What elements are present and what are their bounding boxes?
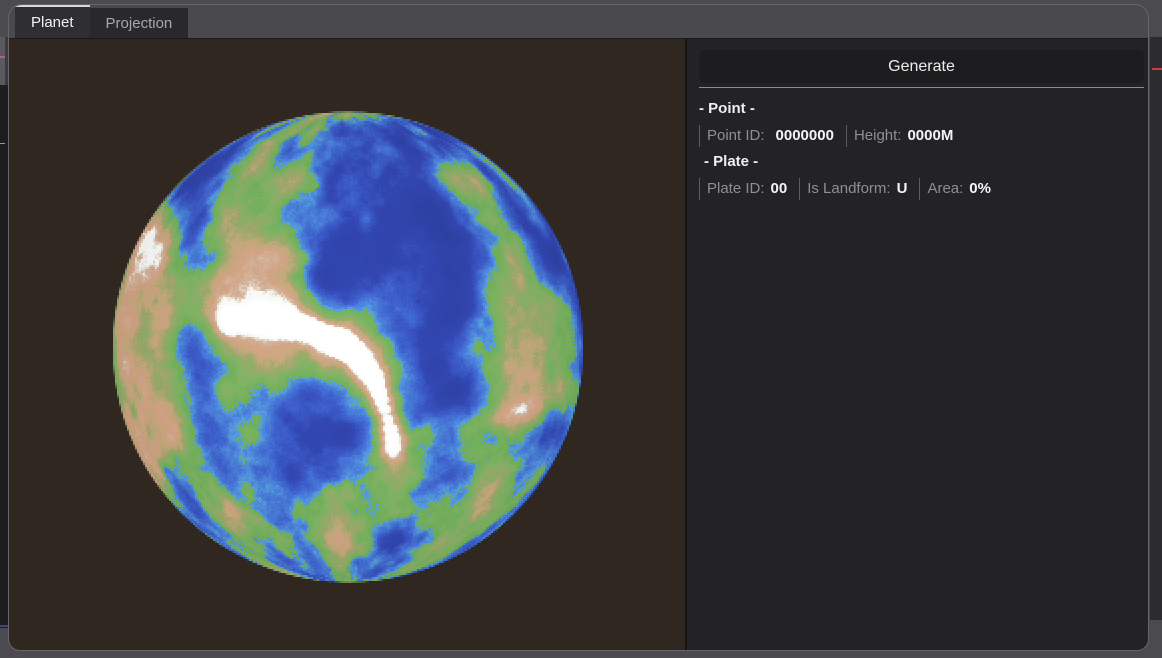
point-info-row: Point ID: 0000000 Height: 0000M (699, 122, 1144, 149)
left-sliver-dark (0, 85, 8, 628)
planet-viewport[interactable] (9, 39, 685, 651)
height-field: Height: 0000M (846, 125, 965, 147)
app-window: Planet Projection Generate - Point - Poi… (8, 4, 1149, 651)
left-gray-tick (0, 143, 5, 144)
is-landform-field: Is Landform: U (799, 178, 919, 200)
area-label: Area: (927, 180, 963, 197)
is-landform-value: U (897, 180, 908, 197)
point-id-field: Point ID: 0000000 (699, 125, 846, 147)
area-value: 0% (969, 180, 991, 197)
tab-planet[interactable]: Planet (15, 5, 90, 38)
plate-info-row: Plate ID: 00 Is Landform: U Area: 0% (699, 175, 1144, 202)
area-field: Area: 0% (919, 178, 1003, 200)
planet-globe[interactable] (9, 39, 685, 651)
point-id-label: Point ID: (707, 127, 765, 144)
separator-line (699, 87, 1144, 88)
right-sliver-dark (1150, 37, 1162, 620)
left-accent-blue-line (0, 625, 8, 627)
window-content: Generate - Point - Point ID: 0000000 Hei… (9, 38, 1148, 650)
side-panel: Generate - Point - Point ID: 0000000 Hei… (687, 39, 1148, 650)
plate-id-value: 00 (771, 180, 788, 197)
right-accent-red-line (1152, 68, 1162, 70)
plate-id-label: Plate ID: (707, 180, 765, 197)
point-id-value: 0000000 (776, 127, 834, 144)
left-accent-pink-line (0, 56, 5, 58)
point-section-title: - Point - (699, 96, 1144, 122)
height-label: Height: (854, 127, 902, 144)
height-value: 0000M (907, 127, 953, 144)
plate-id-field: Plate ID: 00 (699, 178, 799, 200)
plate-section-title: - Plate - (699, 149, 1144, 175)
tab-bar: Planet Projection (9, 5, 1148, 38)
is-landform-label: Is Landform: (807, 180, 890, 197)
screen: Planet Projection Generate - Point - Poi… (0, 0, 1162, 658)
tab-projection[interactable]: Projection (90, 8, 189, 38)
generate-button[interactable]: Generate (699, 50, 1144, 83)
